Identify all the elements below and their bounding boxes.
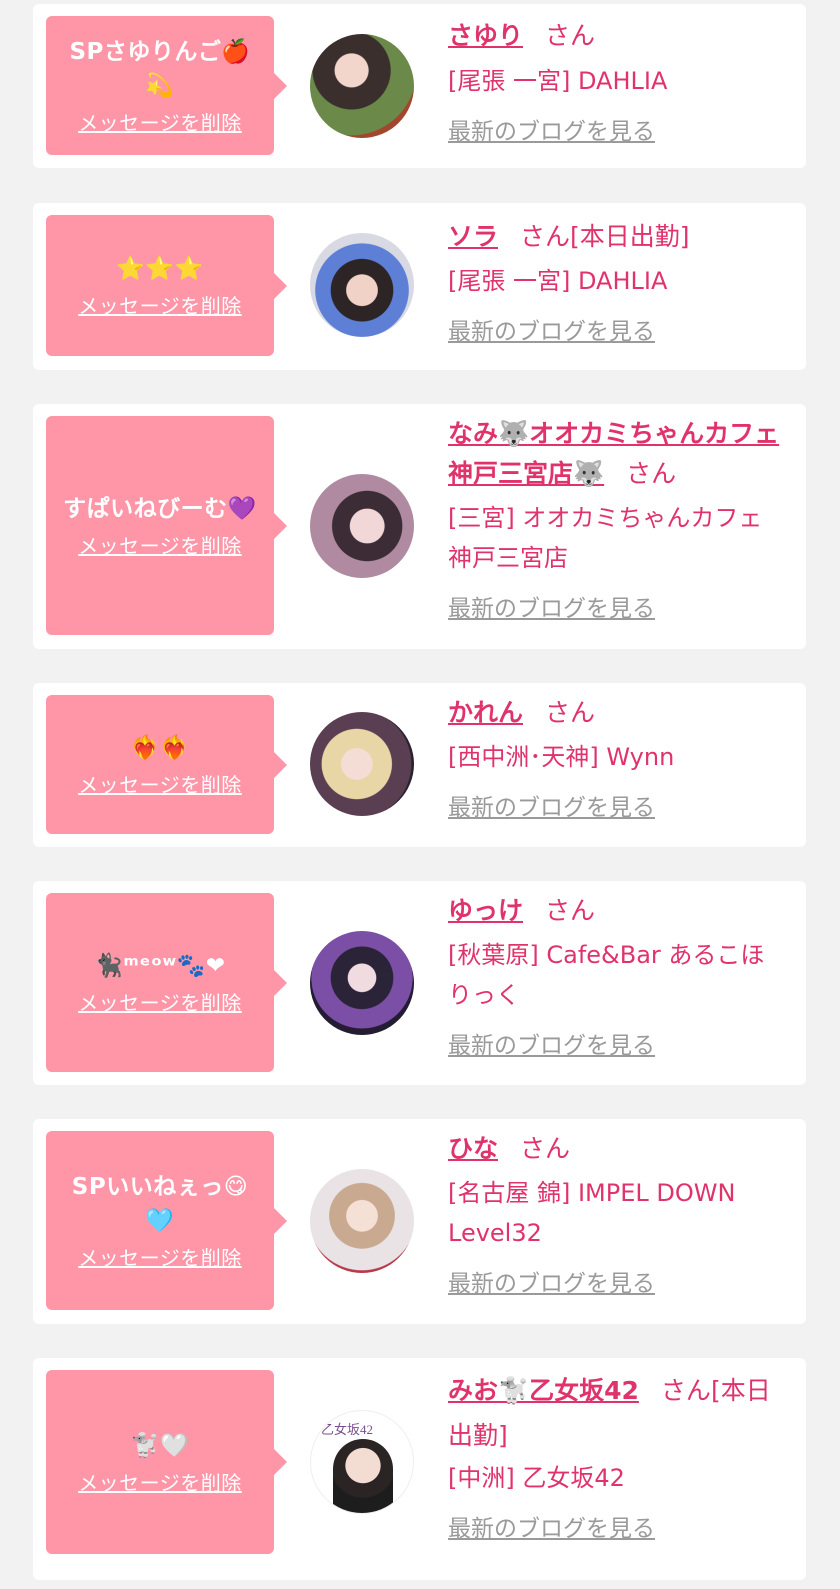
user-name-link[interactable]: かれん <box>448 698 523 727</box>
name-line: ひな さん <box>448 1129 783 1169</box>
avatar[interactable] <box>310 1169 414 1273</box>
avatar-logo-text: 乙女坂42 <box>321 1422 374 1437</box>
name-line: ゆっけ さん <box>448 891 783 931</box>
user-info: なみ🐺オオカミちゃんカフェ神戸三宮店🐺 さん [三宮] オオカミちゃんカフェ神戸三… <box>448 414 783 626</box>
user-name-link[interactable]: ソラ <box>448 222 498 251</box>
avatar[interactable]: 乙女坂42 <box>310 1410 414 1514</box>
san-label: さん <box>660 1376 711 1405</box>
avatar[interactable] <box>310 712 414 816</box>
user-info: みお🐩乙女坂42 さん[本日出勤] [中洲] 乙女坂42 最新のブログを見る <box>448 1368 783 1546</box>
avatar[interactable] <box>310 34 414 138</box>
message-bubble: 🐩🤍 メッセージを削除 <box>46 1370 287 1554</box>
san-label: さん <box>545 698 596 727</box>
message-bubble: SPさゆりんご🍎💫 メッセージを削除 <box>46 16 287 155</box>
name-line: ソラ さん[本日出勤] <box>448 217 783 257</box>
message-text: 🐈‍⬛ᵐᵉᵒʷ🐾❤ <box>94 953 226 979</box>
message-bubble: SPいいねぇっ😋🩵 メッセージを削除 <box>46 1131 287 1310</box>
message-text: ⭐️⭐️⭐️ <box>116 256 204 282</box>
message-text: SPいいねぇっ😋🩵 <box>71 1174 249 1234</box>
avatar[interactable] <box>310 233 414 337</box>
shop-name: [尾張 一宮] DAHLIA <box>448 67 668 95</box>
latest-blog-link[interactable]: 最新のブログを見る <box>448 1512 783 1546</box>
delete-message-link[interactable]: メッセージを削除 <box>78 769 242 798</box>
message-bubble: ⭐️⭐️⭐️ メッセージを削除 <box>46 215 287 356</box>
latest-blog-link[interactable]: 最新のブログを見る <box>448 1029 783 1063</box>
san-label: さん <box>545 21 596 50</box>
message-card: 🐈‍⬛ᵐᵉᵒʷ🐾❤ メッセージを削除 ゆっけ さん [秋葉原] Cafe&Bar … <box>33 881 806 1085</box>
shop-name: [西中洲･天神] Wynn <box>448 743 675 771</box>
latest-blog-link[interactable]: 最新のブログを見る <box>448 592 783 626</box>
avatar[interactable] <box>310 474 414 578</box>
shop-name: [三宮] オオカミちゃんカフェ神戸三宮店 <box>448 504 763 572</box>
shop-name: [尾張 一宮] DAHLIA <box>448 267 668 295</box>
message-card: SPいいねぇっ😋🩵 メッセージを削除 ひな さん [名古屋 錦] IMPEL DO… <box>33 1119 806 1324</box>
user-name-link[interactable]: ゆっけ <box>448 896 523 925</box>
shop-name: [名古屋 錦] IMPEL DOWN Level32 <box>448 1179 736 1247</box>
latest-blog-link[interactable]: 最新のブログを見る <box>448 1267 783 1301</box>
message-bubble: 🐈‍⬛ᵐᵉᵒʷ🐾❤ メッセージを削除 <box>46 893 287 1072</box>
user-info: さゆり さん [尾張 一宮] DAHLIA 最新のブログを見る <box>448 16 783 149</box>
delete-message-link[interactable]: メッセージを削除 <box>78 1467 242 1496</box>
message-text: ❤️‍🔥❤️‍🔥 <box>130 735 190 761</box>
san-label: さん <box>520 222 571 251</box>
delete-message-link[interactable]: メッセージを削除 <box>78 1242 242 1271</box>
delete-message-link[interactable]: メッセージを削除 <box>78 107 242 136</box>
message-text: 🐩🤍 <box>130 1432 190 1459</box>
message-card: SPさゆりんご🍎💫 メッセージを削除 さゆり さん [尾張 一宮] DAHLIA … <box>33 4 806 168</box>
user-name-link[interactable]: なみ🐺オオカミちゃんカフェ神戸三宮店🐺 <box>448 419 779 488</box>
avatar-photo <box>333 1439 393 1513</box>
shop-name: [秋葉原] Cafe&Bar あるこほりっく <box>448 941 765 1009</box>
user-info: ゆっけ さん [秋葉原] Cafe&Bar あるこほりっく 最新のブログを見る <box>448 891 783 1063</box>
san-label: さん <box>626 459 677 488</box>
san-label: さん <box>545 896 596 925</box>
user-info: かれん さん [西中洲･天神] Wynn 最新のブログを見る <box>448 693 783 825</box>
name-line: さゆり さん <box>448 16 783 56</box>
name-line: みお🐩乙女坂42 さん[本日出勤] <box>448 1368 783 1458</box>
name-line: かれん さん <box>448 693 783 733</box>
message-card: すぱいねびーむ💜 メッセージを削除 なみ🐺オオカミちゃんカフェ神戸三宮店🐺 さん … <box>33 404 806 649</box>
message-card: ⭐️⭐️⭐️ メッセージを削除 ソラ さん[本日出勤] [尾張 一宮] DAHLI… <box>33 203 806 370</box>
message-bubble: すぱいねびーむ💜 メッセージを削除 <box>46 416 287 635</box>
san-label: さん <box>520 1134 571 1163</box>
avatar[interactable] <box>310 931 414 1035</box>
latest-blog-link[interactable]: 最新のブログを見る <box>448 115 783 149</box>
shop-name: [中洲] 乙女坂42 <box>448 1464 625 1492</box>
message-text: すぱいねびーむ💜 <box>63 496 257 522</box>
delete-message-link[interactable]: メッセージを削除 <box>78 290 242 319</box>
user-info: ソラ さん[本日出勤] [尾張 一宮] DAHLIA 最新のブログを見る <box>448 217 783 349</box>
message-bubble: ❤️‍🔥❤️‍🔥 メッセージを削除 <box>46 695 287 834</box>
latest-blog-link[interactable]: 最新のブログを見る <box>448 315 783 349</box>
message-card: ❤️‍🔥❤️‍🔥 メッセージを削除 かれん さん [西中洲･天神] Wynn 最新… <box>33 683 806 847</box>
user-info: ひな さん [名古屋 錦] IMPEL DOWN Level32 最新のブログを見… <box>448 1129 783 1301</box>
delete-message-link[interactable]: メッセージを削除 <box>78 987 242 1016</box>
delete-message-link[interactable]: メッセージを削除 <box>78 530 242 559</box>
latest-blog-link[interactable]: 最新のブログを見る <box>448 791 783 825</box>
message-card: 🐩🤍 メッセージを削除 乙女坂42 みお🐩乙女坂42 さん[本日出勤] [中洲] … <box>33 1358 806 1580</box>
user-name-link[interactable]: みお🐩乙女坂42 <box>448 1376 639 1405</box>
name-line: なみ🐺オオカミちゃんカフェ神戸三宮店🐺 さん <box>448 414 783 494</box>
user-name-link[interactable]: ひな <box>448 1134 498 1163</box>
status-text: [本日出勤] <box>570 222 690 251</box>
user-name-link[interactable]: さゆり <box>448 21 523 50</box>
message-text: SPさゆりんご🍎💫 <box>69 39 251 99</box>
